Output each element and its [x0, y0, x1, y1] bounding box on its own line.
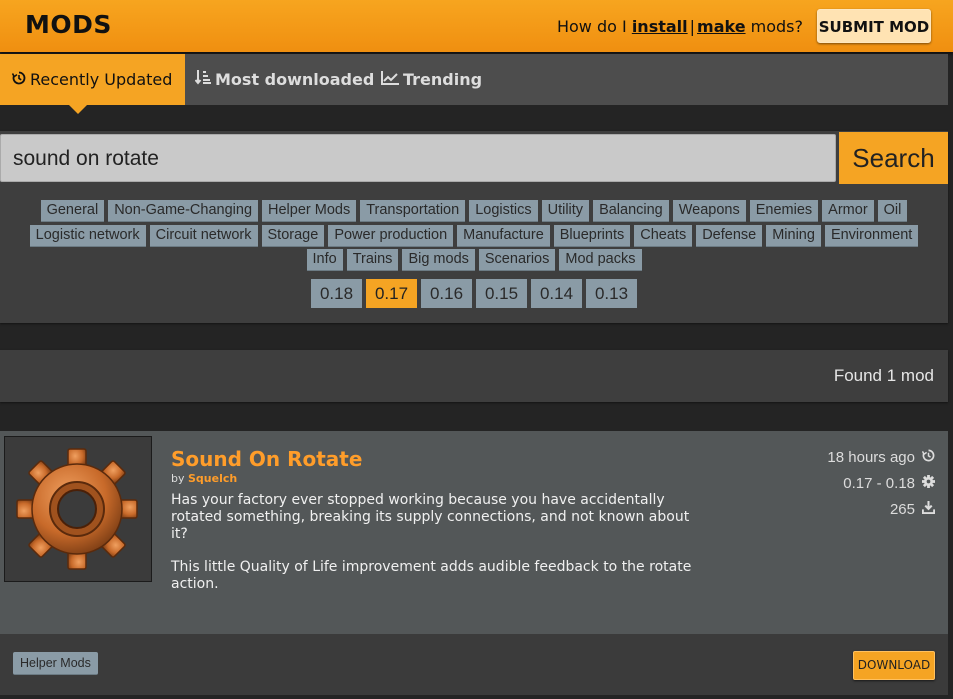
tag-scenarios[interactable]: Scenarios [478, 249, 556, 271]
tag-non-game-changing[interactable]: Non-Game-Changing [108, 200, 259, 222]
tag-storage[interactable]: Storage [261, 225, 325, 247]
tag-cheats[interactable]: Cheats [634, 225, 693, 247]
tag-row-3: Info Trains Big mods Scenarios Mod packs [0, 249, 948, 271]
site-logo[interactable]: MODS [25, 10, 112, 39]
tab-trending[interactable]: Trending [381, 54, 482, 105]
search-button[interactable]: Search [839, 132, 948, 184]
tag-environment[interactable]: Environment [824, 225, 919, 247]
tag-circuit-network[interactable]: Circuit network [149, 225, 258, 247]
download-icon [921, 501, 935, 518]
site-header: MODS How do I install | make mods? SUBMIT … [0, 0, 953, 52]
tag-transportation[interactable]: Transportation [360, 200, 466, 222]
by-label: by [171, 472, 185, 485]
tag-big-mods[interactable]: Big mods [402, 249, 475, 271]
tag-logistic-network[interactable]: Logistic network [29, 225, 146, 247]
mod-card: Sound On Rotate by Squelch Has your fact… [0, 431, 948, 695]
tag-defense[interactable]: Defense [696, 225, 763, 247]
mod-description-paragraph: This little Quality of Life improvement … [171, 559, 692, 592]
howto-suffix: mods? [750, 17, 803, 36]
tag-oil[interactable]: Oil [877, 200, 908, 222]
tag-mod-packs[interactable]: Mod packs [559, 249, 642, 271]
version-button-active[interactable]: 0.17 [366, 279, 417, 308]
search-panel: sound on rotate Search General Non-Game-C… [0, 131, 948, 323]
mod-thumbnail[interactable] [4, 436, 152, 582]
mod-updated-text: 18 hours ago [827, 449, 915, 466]
mod-author-link[interactable]: Squelch [188, 472, 237, 485]
tag-info[interactable]: Info [306, 249, 343, 271]
tag-manufacture[interactable]: Manufacture [457, 225, 550, 247]
download-button[interactable]: DOWNLOAD [853, 651, 935, 680]
install-link[interactable]: install [632, 17, 688, 36]
history-icon [11, 54, 26, 105]
submit-mod-button[interactable]: SUBMIT MOD [817, 9, 931, 43]
results-count-bar: Found 1 mod [0, 350, 948, 402]
tag-trains[interactable]: Trains [346, 249, 399, 271]
link-separator: | [689, 17, 696, 36]
tag-enemies[interactable]: Enemies [749, 200, 819, 222]
tab-most-downloaded[interactable]: Most downloaded [194, 54, 375, 105]
howto-text: How do I install | make mods? [557, 17, 803, 36]
mod-downloads-count: 265 [889, 501, 915, 518]
tab-most-downloaded-label: Most downloaded [215, 70, 375, 89]
tab-recently-updated[interactable]: Recently Updated [0, 54, 186, 114]
tab-trending-label: Trending [403, 70, 483, 89]
version-button[interactable]: 0.18 [311, 279, 362, 308]
sort-icon [194, 54, 211, 105]
tab-recently-updated-label: Recently Updated [30, 70, 173, 89]
tag-row-1: General Non-Game-Changing Helper Mods Trans… [0, 200, 948, 222]
mod-category-tag[interactable]: Helper Mods [13, 652, 98, 675]
mod-updated: 18 hours ago [827, 449, 935, 466]
version-filter: 0.18 0.17 0.16 0.15 0.14 0.13 [0, 279, 948, 308]
mod-version-range: 0.17 - 0.18 [843, 475, 935, 492]
tag-mining[interactable]: Mining [766, 225, 821, 247]
cog-icon [921, 475, 935, 492]
version-button[interactable]: 0.14 [531, 279, 582, 308]
version-button[interactable]: 0.13 [586, 279, 637, 308]
tag-weapons[interactable]: Weapons [672, 200, 746, 222]
tag-armor[interactable]: Armor [822, 200, 874, 222]
howto-prefix: How do I [556, 17, 627, 36]
mod-version-range-text: 0.17 - 0.18 [843, 475, 915, 492]
mod-downloads: 265 [890, 501, 935, 518]
tag-utility[interactable]: Utility [541, 200, 590, 222]
tag-helper-mods[interactable]: Helper Mods [262, 200, 357, 222]
tag-general[interactable]: General [40, 200, 105, 222]
version-button[interactable]: 0.15 [476, 279, 527, 308]
tag-logistics[interactable]: Logistics [469, 200, 538, 222]
history-icon [921, 449, 935, 466]
tag-row-2: Logistic network Circuit network Storage Po… [0, 225, 948, 247]
search-input[interactable]: sound on rotate [0, 134, 836, 182]
mod-card-footer: Helper Mods DOWNLOAD [0, 634, 948, 695]
tag-blueprints[interactable]: Blueprints [553, 225, 631, 247]
trend-chart-icon [381, 54, 399, 105]
mod-author-line: by Squelch [171, 472, 237, 485]
gear-icon [5, 437, 151, 581]
results-count: Found 1 mod [833, 366, 934, 385]
tag-power-production[interactable]: Power production [328, 225, 454, 247]
mod-description-paragraph: Has your factory ever stopped working be… [171, 492, 690, 542]
mod-description: Has your factory ever stopped working be… [171, 492, 701, 609]
sort-tabs: Recently Updated Most downloaded Trendin… [0, 54, 948, 114]
version-button[interactable]: 0.16 [421, 279, 472, 308]
mod-title[interactable]: Sound On Rotate [171, 447, 362, 471]
make-link[interactable]: make [697, 17, 746, 36]
tag-balancing[interactable]: Balancing [593, 200, 669, 222]
